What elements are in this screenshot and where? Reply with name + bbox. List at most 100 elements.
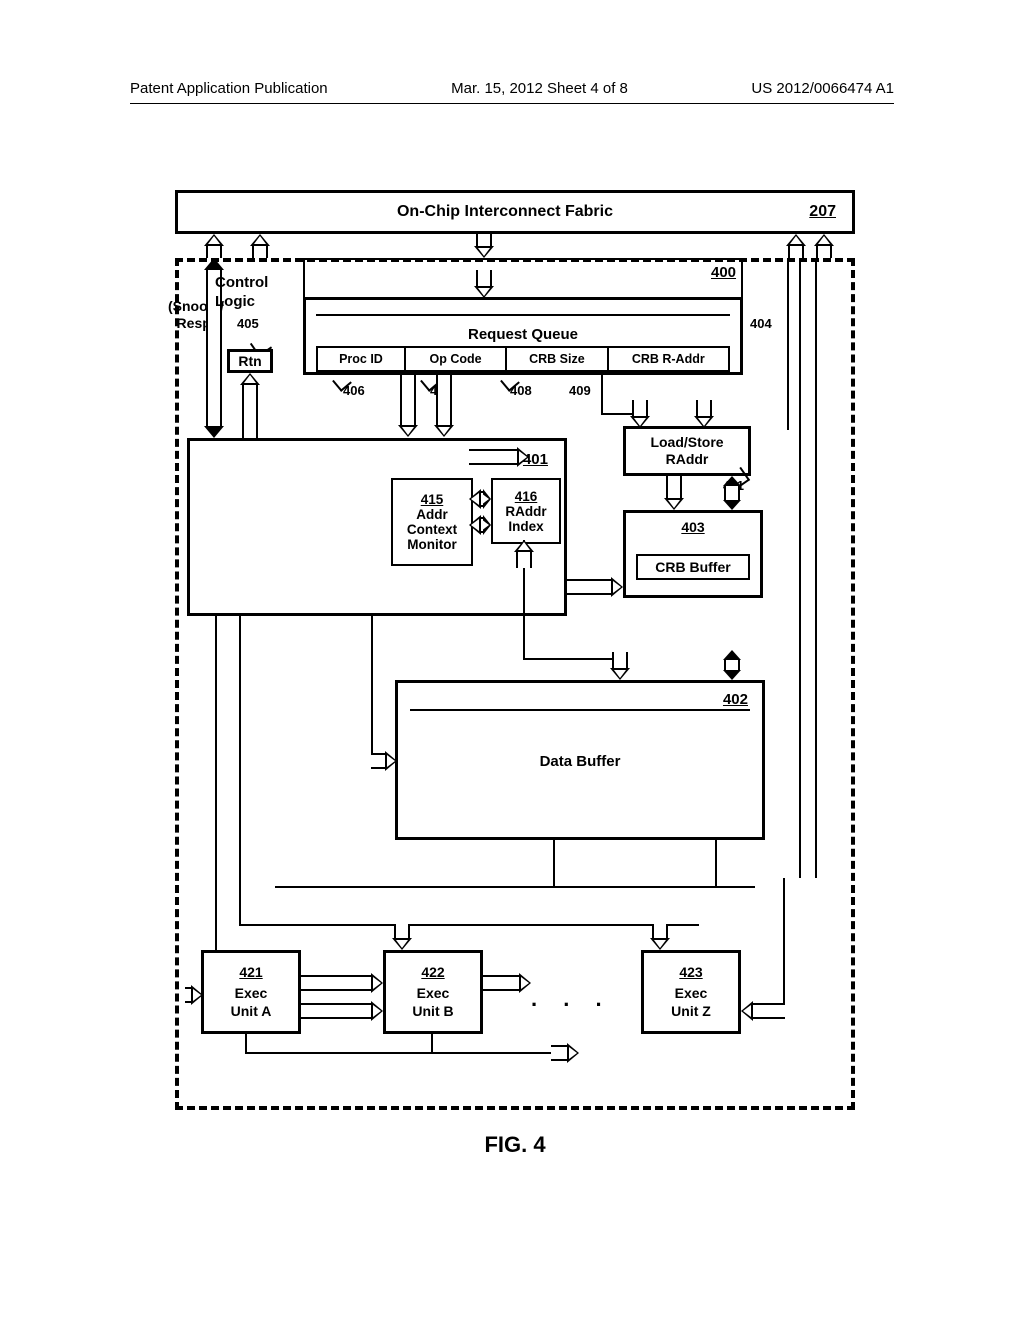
rtn-box: Rtn bbox=[227, 349, 273, 373]
raddr-index-l2: Index bbox=[508, 519, 543, 534]
ref-405: 405 bbox=[237, 316, 259, 331]
decorative-line bbox=[410, 709, 750, 711]
field-proc-id: Proc ID bbox=[318, 348, 406, 370]
connector bbox=[523, 658, 619, 660]
arrow-icon bbox=[631, 400, 649, 428]
arrow-icon bbox=[469, 516, 491, 534]
arrow-icon bbox=[665, 476, 683, 510]
exec-a-ref: 421 bbox=[239, 964, 262, 982]
data-buffer-ref: 402 bbox=[723, 691, 748, 708]
connector bbox=[431, 1034, 433, 1054]
exec-z-l2: Unit Z bbox=[671, 1003, 711, 1021]
header-left: Patent Application Publication bbox=[130, 80, 328, 97]
arrow-icon bbox=[651, 924, 669, 950]
connector bbox=[553, 840, 555, 888]
crb-buffer-label: CRB Buffer bbox=[636, 554, 750, 580]
acm-ref: 415 bbox=[421, 492, 444, 507]
raddr-index-l1: RAddr bbox=[505, 504, 546, 519]
arrow-icon bbox=[723, 650, 741, 680]
exec-unit-a-box: 421 Exec Unit A bbox=[201, 950, 301, 1034]
header-center: Mar. 15, 2012 Sheet 4 of 8 bbox=[451, 80, 628, 97]
arrow-icon bbox=[475, 234, 493, 258]
crb-buffer-box: 403 CRB Buffer bbox=[623, 510, 763, 598]
connector bbox=[239, 924, 699, 926]
connector bbox=[601, 375, 603, 415]
request-queue-box: Request Queue Proc ID Op Code CRB Size C… bbox=[303, 297, 743, 375]
interconnect-ref: 207 bbox=[809, 203, 836, 221]
connector bbox=[715, 840, 717, 888]
connector bbox=[371, 616, 373, 762]
exec-a-l1: Exec bbox=[235, 985, 268, 1003]
ref-409: 409 bbox=[569, 383, 591, 398]
page: Patent Application Publication Mar. 15, … bbox=[0, 0, 1024, 1320]
connector bbox=[215, 616, 217, 994]
arrow-icon bbox=[741, 1002, 785, 1020]
arrow-icon bbox=[787, 234, 805, 258]
exec-b-l2: Unit B bbox=[412, 1003, 453, 1021]
boundary-ref: 400 bbox=[711, 264, 736, 281]
connector bbox=[303, 258, 305, 298]
arrow-icon bbox=[301, 974, 383, 992]
exec-z-l1: Exec bbox=[675, 985, 708, 1003]
arrow-icon bbox=[469, 448, 529, 466]
connector bbox=[303, 258, 743, 260]
arrow-icon bbox=[393, 924, 411, 950]
arrow-icon bbox=[399, 375, 417, 437]
arrow-icon bbox=[611, 652, 629, 680]
exec-z-ref: 423 bbox=[679, 964, 702, 982]
decorative-line bbox=[316, 314, 730, 316]
connector bbox=[741, 258, 743, 298]
arrow-icon bbox=[515, 540, 533, 568]
addr-context-monitor-box: 415 Addr Context Monitor bbox=[391, 478, 473, 566]
arrow-icon bbox=[251, 234, 269, 258]
arrow-icon bbox=[815, 234, 833, 258]
load-store-l2: RAddr bbox=[666, 451, 709, 468]
interconnect-fabric-box: On-Chip Interconnect Fabric 207 bbox=[175, 190, 855, 234]
field-crb-size: CRB Size bbox=[507, 348, 608, 370]
connector bbox=[275, 886, 755, 888]
arrow-icon bbox=[551, 1044, 579, 1062]
arrow-icon bbox=[723, 476, 741, 510]
arrow-icon bbox=[435, 375, 453, 437]
exec-unit-z-box: 423 Exec Unit Z bbox=[641, 950, 741, 1034]
arrow-icon bbox=[475, 270, 493, 298]
data-buffer-box: 402 Data Buffer bbox=[395, 680, 765, 840]
acm-l3: Monitor bbox=[407, 537, 457, 552]
rtn-label: Rtn bbox=[238, 353, 261, 369]
field-crb-raddr: CRB R-Addr bbox=[609, 348, 728, 370]
connector bbox=[245, 1052, 555, 1054]
exec-b-l1: Exec bbox=[417, 985, 450, 1003]
exec-a-l2: Unit A bbox=[231, 1003, 272, 1021]
request-queue-title: Request Queue bbox=[306, 326, 740, 343]
acm-l1: Addr bbox=[416, 507, 448, 522]
arrow-icon bbox=[205, 234, 223, 258]
connector bbox=[601, 413, 633, 415]
load-store-raddr-box: Load/Store RAddr bbox=[623, 426, 751, 476]
connector bbox=[783, 878, 785, 1008]
exec-unit-b-box: 422 Exec Unit B bbox=[383, 950, 483, 1034]
connector bbox=[239, 616, 241, 926]
arrow-icon bbox=[185, 986, 203, 1004]
load-store-l1: Load/Store bbox=[650, 434, 723, 451]
arrow-icon bbox=[567, 578, 623, 596]
control-logic-title: ControlLogic bbox=[215, 274, 268, 312]
arrow-icon bbox=[695, 400, 713, 428]
page-header: Patent Application Publication Mar. 15, … bbox=[130, 80, 894, 104]
connector bbox=[245, 1034, 247, 1054]
ref-404: 404 bbox=[750, 316, 772, 331]
raddr-index-ref: 416 bbox=[515, 489, 538, 504]
arrow-icon bbox=[301, 1002, 383, 1020]
field-op-code: Op Code bbox=[406, 348, 507, 370]
arrow-icon bbox=[483, 974, 531, 992]
diagram: On-Chip Interconnect Fabric 207 400 (Sno… bbox=[175, 190, 855, 1110]
arrow-icon bbox=[241, 373, 259, 438]
connector bbox=[815, 258, 817, 878]
arrow-icon bbox=[371, 752, 397, 770]
connector bbox=[787, 258, 789, 430]
raddr-index-box: 416 RAddr Index bbox=[491, 478, 561, 544]
arrow-icon bbox=[469, 490, 491, 508]
crb-buffer-ref: 403 bbox=[681, 519, 704, 535]
acm-l2: Context bbox=[407, 522, 457, 537]
ellipsis: . . . bbox=[531, 986, 612, 1012]
interconnect-label: On-Chip Interconnect Fabric bbox=[397, 203, 613, 221]
